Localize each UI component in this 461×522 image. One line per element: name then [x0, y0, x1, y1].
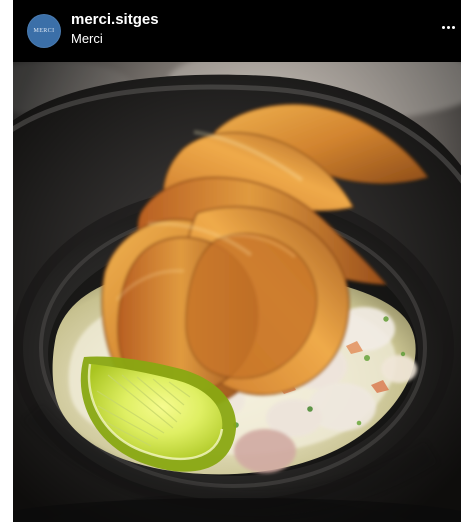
more-dot-icon [451, 25, 455, 29]
account-subtitle: Merci [71, 30, 103, 46]
post-image[interactable] [13, 62, 461, 522]
avatar[interactable]: MERCI [27, 14, 61, 48]
post-header: MERCI merci.sitges Merci [13, 0, 461, 62]
username[interactable]: merci.sitges [71, 11, 159, 29]
more-options-button[interactable] [439, 18, 457, 36]
more-dot-icon [441, 25, 445, 29]
post-card: MERCI merci.sitges Merci [13, 0, 461, 522]
account-info: merci.sitges Merci [71, 11, 159, 46]
instagram-post-screen: MERCI merci.sitges Merci [0, 0, 461, 522]
food-photo [13, 62, 461, 522]
more-dot-icon [446, 25, 450, 29]
